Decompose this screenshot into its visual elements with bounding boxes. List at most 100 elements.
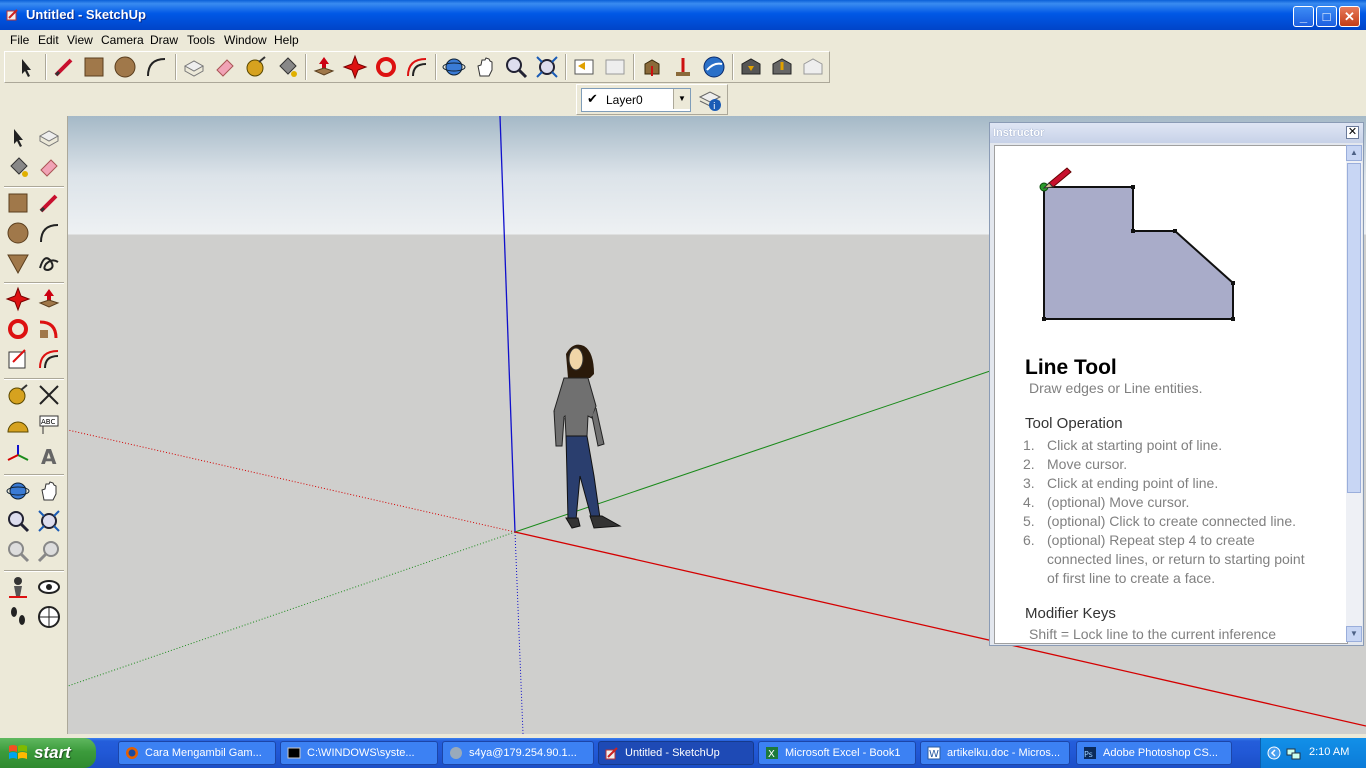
freehand-icon[interactable] <box>36 250 62 276</box>
taskbar-item-chat[interactable]: s4ya@179.254.90.1... <box>442 741 594 765</box>
line-icon[interactable] <box>36 190 62 216</box>
network-icon[interactable] <box>1285 745 1301 761</box>
rectangle-icon[interactable] <box>5 190 31 216</box>
collapse-tray-icon[interactable] <box>1267 746 1281 760</box>
make-component-icon[interactable] <box>36 124 62 150</box>
position-camera-icon[interactable] <box>5 574 31 600</box>
layer-select[interactable]: ✔ Layer0 ▼ <box>581 88 691 112</box>
modifier-keys-text: Shift = Lock line to the current inferen… <box>1029 626 1277 642</box>
menu-camera[interactable]: Camera <box>101 33 144 47</box>
eraser-icon[interactable] <box>36 154 62 180</box>
orbit-icon[interactable] <box>5 478 31 504</box>
taskbar-item-photoshop[interactable]: Ps Adobe Photoshop CS... <box>1076 741 1232 765</box>
svg-text:ABC: ABC <box>41 418 55 426</box>
tool-name: Line Tool <box>1025 356 1117 379</box>
clock[interactable]: 2:10 AM <box>1309 746 1349 758</box>
instructor-close-button[interactable]: ✕ <box>1346 126 1359 139</box>
pan-icon[interactable] <box>36 478 62 504</box>
move-icon[interactable] <box>5 286 31 312</box>
layer-name: Layer0 <box>606 93 643 107</box>
chevron-down-icon[interactable]: ▼ <box>673 89 690 109</box>
share-model-icon[interactable] <box>670 54 696 80</box>
eraser-icon[interactable] <box>212 54 238 80</box>
instructor-titlebar[interactable]: Instructor ✕ <box>990 123 1363 143</box>
list-item: 3. Click at ending point of line. <box>1023 475 1219 491</box>
menu-tools[interactable]: Tools <box>187 33 215 47</box>
taskbar-item-cmd[interactable]: C:\WINDOWS\syste... <box>280 741 438 765</box>
next-view-icon[interactable] <box>602 54 628 80</box>
menu-view[interactable]: View <box>67 33 93 47</box>
text-icon[interactable]: ABC <box>36 412 62 438</box>
select-icon[interactable] <box>5 124 31 150</box>
minimize-button[interactable]: _ <box>1293 6 1314 27</box>
zoom-extents-icon[interactable] <box>534 54 560 80</box>
place-model-icon[interactable] <box>800 54 826 80</box>
zoom-icon[interactable] <box>503 54 529 80</box>
previous-view-icon[interactable] <box>571 54 597 80</box>
follow-me-icon[interactable] <box>36 316 62 342</box>
maximize-button[interactable]: □ <box>1316 6 1337 27</box>
instructor-title: Instructor <box>993 127 1045 139</box>
rotate-icon[interactable] <box>373 54 399 80</box>
arc-icon[interactable] <box>143 54 169 80</box>
get-models-icon[interactable] <box>639 54 665 80</box>
previous-view-icon[interactable] <box>5 538 31 564</box>
taskbar-item-excel[interactable]: X Microsoft Excel - Book1 <box>758 741 916 765</box>
zoom-extents-icon[interactable] <box>36 508 62 534</box>
menu-window[interactable]: Window <box>224 33 267 47</box>
arc-icon[interactable] <box>36 220 62 246</box>
tape-measure-icon[interactable] <box>5 382 31 408</box>
start-button[interactable]: start <box>0 738 96 768</box>
get-current-view-icon[interactable] <box>738 54 764 80</box>
look-around-icon[interactable] <box>36 574 62 600</box>
taskbar-item-firefox[interactable]: Cara Mengambil Gam... <box>118 741 276 765</box>
instructor-scrollbar[interactable]: ▲ ▼ <box>1346 145 1362 642</box>
section-plane-icon[interactable] <box>36 604 62 630</box>
circle-icon[interactable] <box>112 54 138 80</box>
layers-toolbar: ✔ Layer0 ▼ i <box>576 84 728 115</box>
scroll-up-icon[interactable]: ▲ <box>1346 145 1362 161</box>
scale-icon[interactable] <box>5 346 31 372</box>
make-component-icon[interactable] <box>181 54 207 80</box>
scroll-down-icon[interactable]: ▼ <box>1346 626 1362 642</box>
polygon-icon[interactable] <box>5 250 31 276</box>
menu-edit[interactable]: Edit <box>38 33 59 47</box>
menu-file[interactable]: File <box>10 33 29 47</box>
toggle-terrain-icon[interactable] <box>769 54 795 80</box>
paint-bucket-icon[interactable] <box>274 54 300 80</box>
paint-bucket-icon[interactable] <box>5 154 31 180</box>
orbit-icon[interactable] <box>441 54 467 80</box>
pan-icon[interactable] <box>472 54 498 80</box>
select-icon[interactable] <box>13 54 39 80</box>
tape-measure-icon[interactable] <box>243 54 269 80</box>
menu-help[interactable]: Help <box>274 33 299 47</box>
3d-text-icon[interactable]: A <box>36 442 62 468</box>
axes-icon[interactable] <box>5 442 31 468</box>
next-view-icon[interactable] <box>36 538 62 564</box>
google-earth-icon[interactable] <box>701 54 727 80</box>
offset-icon[interactable] <box>404 54 430 80</box>
push-pull-icon[interactable] <box>311 54 337 80</box>
tool-operation-steps: 1. Click at starting point of line. 2. Mov… <box>1023 436 1343 588</box>
line-icon[interactable] <box>51 54 77 80</box>
walk-icon[interactable] <box>5 604 31 630</box>
svg-text:i: i <box>713 102 716 112</box>
taskbar-item-sketchup[interactable]: Untitled - SketchUp <box>598 741 754 765</box>
circle-icon[interactable] <box>5 220 31 246</box>
rectangle-icon[interactable] <box>81 54 107 80</box>
list-item: 5. (optional) Click to create connected l… <box>1023 513 1297 529</box>
dimension-icon[interactable] <box>36 382 62 408</box>
offset-icon[interactable] <box>36 346 62 372</box>
layer-manager-icon[interactable]: i <box>697 87 723 113</box>
protractor-icon[interactable] <box>5 412 31 438</box>
scroll-thumb[interactable] <box>1347 163 1361 493</box>
push-pull-icon[interactable] <box>36 286 62 312</box>
zoom-icon[interactable] <box>5 508 31 534</box>
red-axis-negative <box>68 429 516 533</box>
menu-draw[interactable]: Draw <box>150 33 178 47</box>
move-icon[interactable] <box>342 54 368 80</box>
rotate-icon[interactable] <box>5 316 31 342</box>
taskbar-item-word[interactable]: W artikelku.doc - Micros... <box>920 741 1070 765</box>
title-bar[interactable]: Untitled - SketchUp _ □ ✕ <box>0 0 1366 30</box>
close-button[interactable]: ✕ <box>1339 6 1360 27</box>
